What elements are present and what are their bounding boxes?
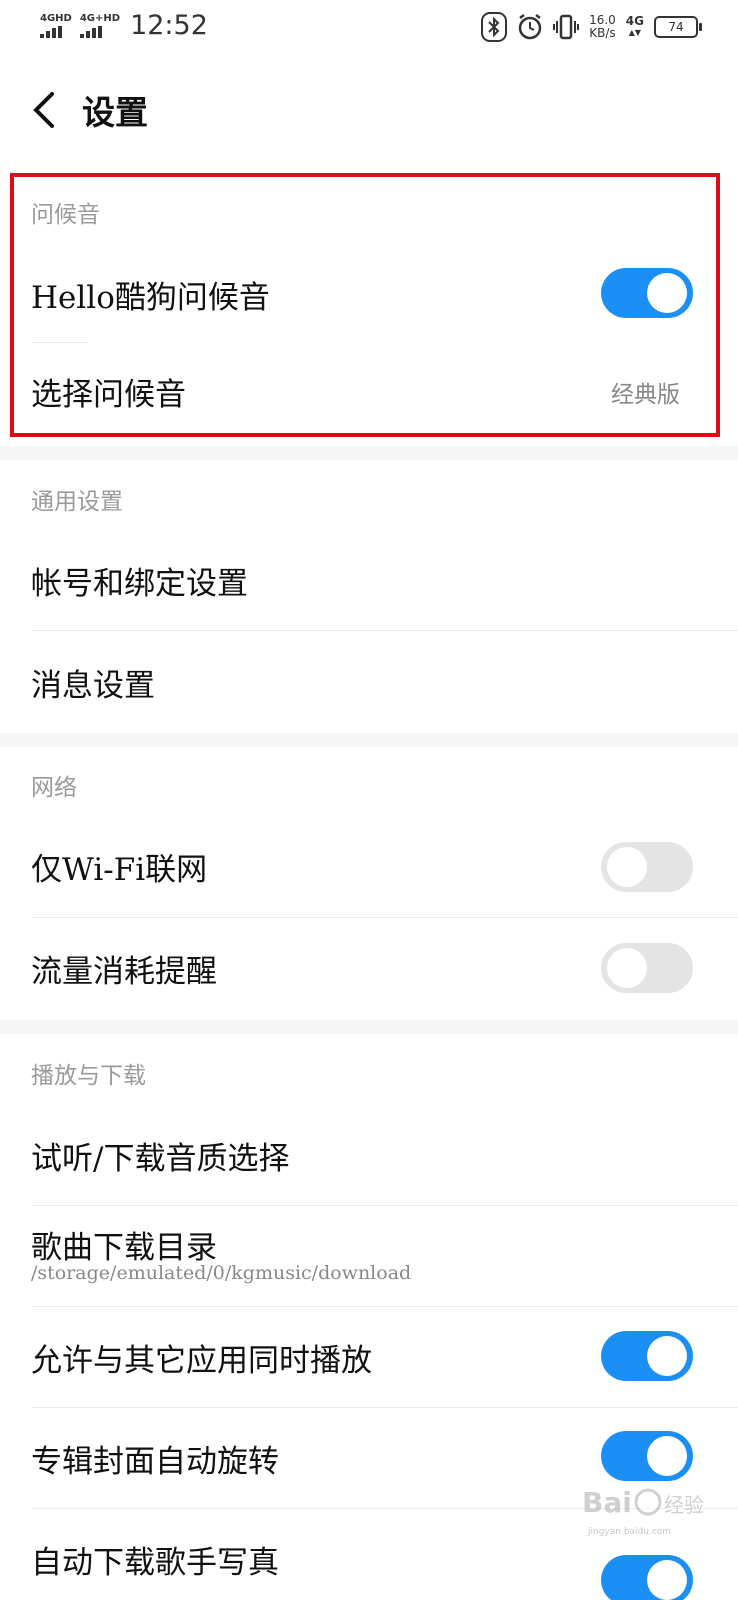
sim1-label: 4GHD xyxy=(40,12,72,24)
vibrate-icon xyxy=(553,14,580,40)
row-download-directory[interactable]: 歌曲下载目录 /storage/emulated/0/kgmusic/downl… xyxy=(0,1206,738,1306)
status-time: 12:52 xyxy=(130,10,208,41)
status-left: 4GHD 4G+HD 12:52 xyxy=(40,10,208,41)
alarm-icon xyxy=(518,14,542,40)
row-audio-quality[interactable]: 试听/下载音质选择 xyxy=(0,1105,738,1205)
row-account-settings[interactable]: 帐号和绑定设置 xyxy=(0,530,738,628)
network-speed: 16.0 KB/s xyxy=(589,14,616,40)
bluetooth-icon xyxy=(481,12,508,42)
row-label: 允许与其它应用同时播放 xyxy=(31,1343,372,1379)
highlight-box xyxy=(10,173,720,437)
row-label: 流量消耗提醒 xyxy=(31,954,217,990)
section-separator xyxy=(0,1020,738,1034)
header: 设置 xyxy=(0,70,738,150)
status-right: 16.0 KB/s 4G ▲▼ 74 xyxy=(471,12,702,42)
toggle-knob xyxy=(647,1336,687,1376)
data-alert-toggle[interactable] xyxy=(601,943,693,993)
divider xyxy=(31,630,738,631)
row-label: 歌曲下载目录 xyxy=(31,1230,217,1266)
speed-unit: KB/s xyxy=(589,26,616,40)
section-separator xyxy=(0,446,738,460)
status-bar: 4GHD 4G+HD 12:52 16.0 KB/s 4G ▲▼ 74 xyxy=(0,0,738,54)
row-label: 帐号和绑定设置 xyxy=(31,566,248,602)
row-label: 消息设置 xyxy=(31,668,155,704)
row-label: 试听/下载音质选择 xyxy=(31,1141,290,1177)
row-label: 专辑封面自动旋转 xyxy=(31,1444,279,1480)
toggle-knob xyxy=(647,1560,687,1600)
signal-bars-icon xyxy=(79,25,104,38)
signal-bars-icon xyxy=(40,25,64,38)
section-separator xyxy=(0,733,738,747)
watermark-brand2: 经验 xyxy=(664,1493,704,1517)
baidu-watermark-icon: Bai 经验 jingyan.baidu.com xyxy=(582,1486,704,1537)
watermark-domain: jingyan.baidu.com xyxy=(587,1527,671,1537)
sim2-label: 4G+HD xyxy=(79,12,121,24)
toggle-knob xyxy=(647,1436,687,1476)
row-concurrent-playback[interactable]: 允许与其它应用同时播放 xyxy=(0,1307,738,1407)
section-title-general: 通用设置 xyxy=(31,489,123,515)
wifi-only-toggle[interactable] xyxy=(601,842,693,892)
row-message-settings[interactable]: 消息设置 xyxy=(0,632,738,730)
data-arrows-icon: ▲▼ xyxy=(628,28,642,37)
network-type: 4G ▲▼ xyxy=(626,15,644,39)
row-data-alert[interactable]: 流量消耗提醒 xyxy=(0,918,738,1016)
section-title-network: 网络 xyxy=(31,775,77,801)
battery-level: 74 xyxy=(668,20,684,34)
row-label: 自动下载歌手写真 xyxy=(31,1545,279,1581)
sim1-signal: 4GHD xyxy=(40,12,72,38)
concurrent-playback-toggle[interactable] xyxy=(601,1331,693,1381)
section-title-playback: 播放与下载 xyxy=(31,1063,146,1089)
auto-photo-toggle[interactable] xyxy=(601,1555,693,1600)
sim2-signal: 4G+HD xyxy=(79,12,121,38)
toggle-knob xyxy=(607,948,647,988)
battery-icon: 74 xyxy=(654,16,702,38)
row-sub-path: /storage/emulated/0/kgmusic/download xyxy=(31,1262,412,1284)
row-label: 仅Wi-Fi联网 xyxy=(31,852,208,888)
toggle-knob xyxy=(607,847,647,887)
network-label: 4G xyxy=(625,14,644,28)
page-title: 设置 xyxy=(82,93,148,132)
watermark-brand: Bai xyxy=(582,1486,632,1519)
chevron-left-icon[interactable] xyxy=(28,90,64,130)
row-wifi-only[interactable]: 仅Wi-Fi联网 xyxy=(0,818,738,916)
